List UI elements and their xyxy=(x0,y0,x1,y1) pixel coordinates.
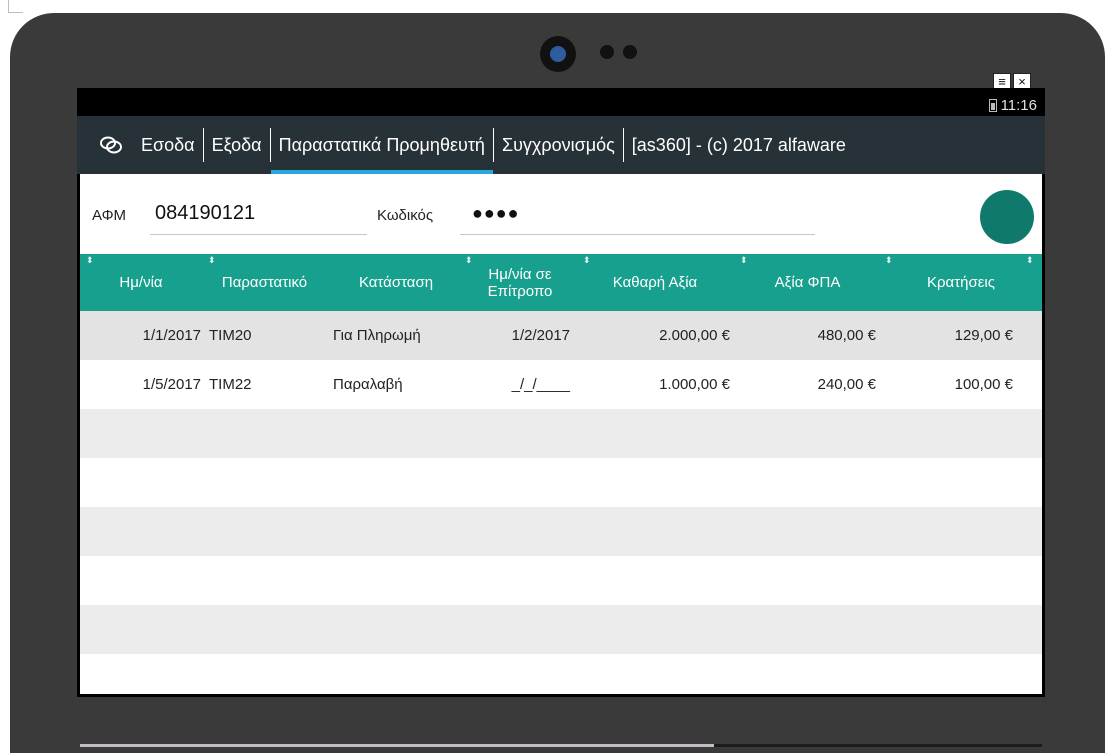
password-field[interactable]: ●●●● xyxy=(472,203,520,224)
sort-arrows-icon: ⬍ xyxy=(86,255,94,265)
column-header[interactable]: ⬍ Ημ/νία σε Επίτροπο xyxy=(465,254,575,311)
column-header[interactable]: ⬍ Παραστατικό xyxy=(202,254,327,311)
status-time: 11:16 xyxy=(1000,97,1037,114)
corner-mark xyxy=(8,0,23,13)
cell-date: 1/1/2017 xyxy=(142,327,201,344)
cell-document: TIM22 xyxy=(209,376,252,393)
window-controls: ≡ × xyxy=(993,73,1031,89)
sort-arrows-icon: ⬍ xyxy=(583,255,591,265)
empty-row xyxy=(80,409,1042,458)
cell-date: 1/5/2017 xyxy=(142,376,201,393)
code-label: Κωδικός xyxy=(377,207,434,224)
table-row[interactable]: 1/1/2017 TIM20 Για Πληρωμή 1/2/2017 2.00… xyxy=(80,311,1042,360)
status-right: 11:16 xyxy=(988,97,1037,114)
cell-commissioner-date: _/_/____ xyxy=(511,376,570,393)
cell-commissioner-date: 1/2/2017 xyxy=(511,327,570,344)
tab-exoda[interactable]: Εξοδα xyxy=(204,116,270,174)
sensor-dot-icon xyxy=(623,45,637,59)
battery-icon xyxy=(988,99,997,112)
column-header[interactable]: Κατάσταση xyxy=(327,254,465,311)
column-header[interactable]: ⬍ ⬍ Κρατήσεις xyxy=(880,254,1042,311)
close-icon[interactable]: × xyxy=(1013,73,1031,89)
column-header[interactable]: ⬍ Καθαρή Αξία xyxy=(575,254,735,311)
status-bar: 11:16 xyxy=(77,88,1045,116)
empty-row xyxy=(80,605,1042,654)
tab-about[interactable]: [as360] - (c) 2017 alfaware xyxy=(624,116,854,174)
cell-status: Για Πληρωμή xyxy=(333,327,421,344)
column-header-label: Αξία ΦΠΑ xyxy=(774,274,841,291)
tab-parastatika-promitheuti[interactable]: Παραστατικά Προμηθευτή xyxy=(270,116,494,174)
sensor-dot-icon xyxy=(600,45,614,59)
empty-row xyxy=(80,507,1042,556)
table-body: 1/1/2017 TIM20 Για Πληρωμή 1/2/2017 2.00… xyxy=(80,311,1042,654)
column-header-label: Καθαρή Αξία xyxy=(612,274,698,291)
link-rings-icon[interactable] xyxy=(89,116,133,174)
cell-status: Παραλαβή xyxy=(333,376,403,393)
tab-esoda[interactable]: Εσοδα xyxy=(133,116,203,174)
afm-label: ΑΦΜ xyxy=(92,207,127,224)
cell-deductions: 129,00 € xyxy=(954,327,1013,344)
column-header[interactable]: ⬍ Ημ/νία xyxy=(80,254,202,311)
column-header-label: Ημ/νία σε Επίτροπο xyxy=(487,265,553,300)
horizontal-scrollbar-thumb[interactable] xyxy=(714,744,1042,747)
link-rings-icon-graphic xyxy=(100,136,122,154)
column-header-label: Κατάσταση xyxy=(358,274,434,291)
table-row[interactable]: 1/5/2017 TIM22 Παραλαβή _/_/____ 1.000,0… xyxy=(80,360,1042,409)
column-header-label: Παραστατικό xyxy=(221,274,308,291)
camera-lens xyxy=(550,46,566,62)
sort-arrows-icon: ⬍ xyxy=(465,255,473,265)
afm-field-underline xyxy=(150,234,367,235)
cell-deductions: 100,00 € xyxy=(954,376,1013,393)
cell-vat-value: 480,00 € xyxy=(817,327,876,344)
empty-row xyxy=(80,556,1042,605)
cell-vat-value: 240,00 € xyxy=(817,376,876,393)
sort-arrows-icon: ⬍ xyxy=(1026,255,1034,265)
menu-icon[interactable]: ≡ xyxy=(993,73,1011,89)
password-field-underline xyxy=(460,234,815,235)
column-header-label: Ημ/νία xyxy=(119,274,163,291)
login-button[interactable] xyxy=(980,190,1034,244)
sort-arrows-icon: ⬍ xyxy=(208,255,216,265)
column-header[interactable]: ⬍ Αξία ΦΠΑ xyxy=(735,254,880,311)
camera-icon xyxy=(540,36,576,72)
table-header: ⬍ Ημ/νία ⬍ Παραστατικό Κατάσταση ⬍ Ημ/νία σ… xyxy=(80,254,1042,311)
main-content: ΑΦΜ 084190121 Κωδικός ●●●● ⬍ Ημ/νία ⬍ Παρα… xyxy=(80,174,1042,747)
tab-bar: Εσοδα Εξοδα Παραστατικά Προμηθευτή Συγχρ… xyxy=(77,116,1045,174)
sort-arrows-icon: ⬍ xyxy=(885,255,893,265)
tab-sygxronismos[interactable]: Συγχρονισμός xyxy=(494,116,623,174)
sort-arrows-icon: ⬍ xyxy=(740,255,748,265)
cell-net-value: 1.000,00 € xyxy=(659,376,730,393)
empty-row xyxy=(80,458,1042,507)
afm-field[interactable]: 084190121 xyxy=(155,202,255,225)
cell-document: TIM20 xyxy=(209,327,252,344)
app-screen: 11:16 Εσοδα Εξοδα Παραστατικά Προμηθευτή… xyxy=(77,88,1045,747)
cell-net-value: 2.000,00 € xyxy=(659,327,730,344)
column-header-label: Κρατήσεις xyxy=(927,274,995,291)
